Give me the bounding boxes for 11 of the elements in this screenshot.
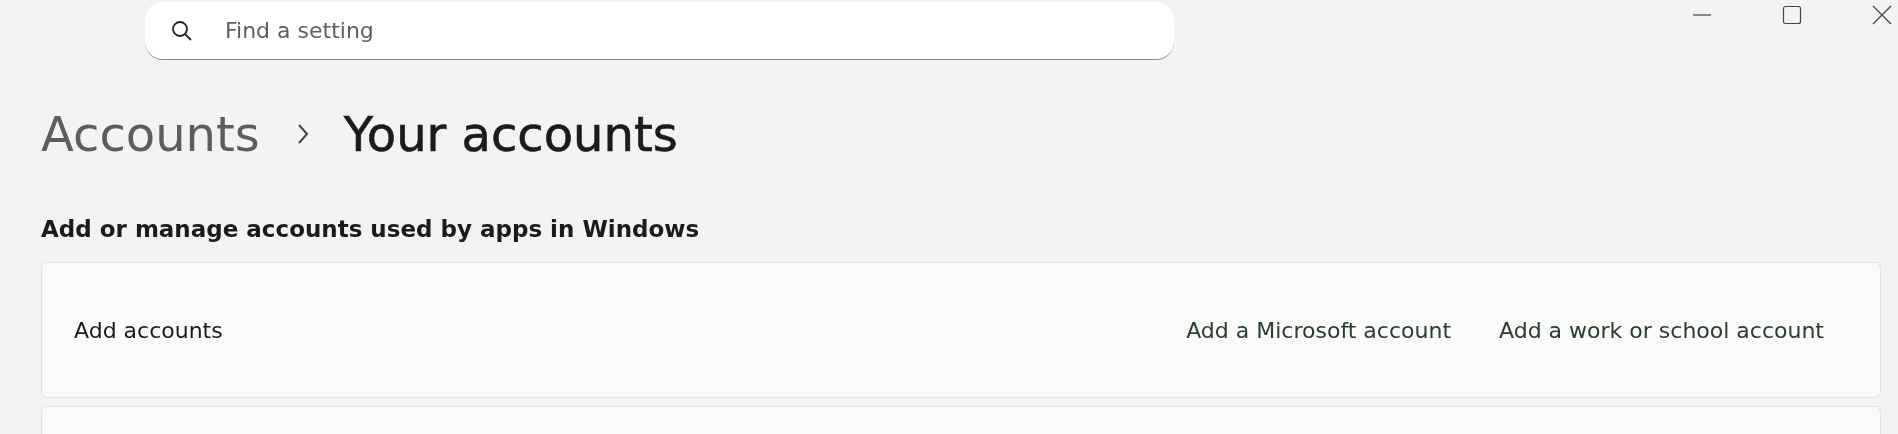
chevron-icon bbox=[295, 123, 310, 145]
section-title: Add or manage accounts used by apps in Windows bbox=[41, 216, 701, 242]
card-label: Add accounts bbox=[74, 317, 223, 343]
breadcrumb-link[interactable]: Accounts bbox=[41, 110, 260, 158]
search-field[interactable]: Find a setting bbox=[145, 2, 1174, 60]
search-icon bbox=[171, 20, 193, 42]
page-title: Your accounts bbox=[343, 110, 678, 158]
add-account-link[interactable]: Add a work or school account bbox=[1499, 317, 1824, 343]
maximize-icon[interactable] bbox=[1782, 5, 1802, 25]
close-icon[interactable] bbox=[1872, 5, 1892, 25]
add-account-link[interactable]: Add a Microsoft account bbox=[1186, 317, 1452, 343]
